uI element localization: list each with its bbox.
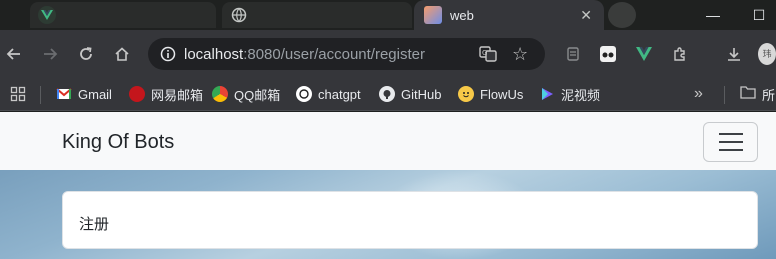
bookmark-video[interactable]: 泥视频 [539, 85, 600, 103]
tab-web-active[interactable]: web ✕ [414, 0, 604, 30]
bookmark-flowus[interactable]: FlowUs [458, 85, 523, 103]
netease-mail-icon [129, 86, 145, 102]
navbar-toggler-button[interactable] [703, 122, 758, 162]
browser-toolbar: localhost:8080/user/account/register G ☆… [0, 30, 776, 78]
tab-title: web [450, 7, 474, 23]
navbar-brand[interactable]: King Of Bots [62, 131, 174, 154]
address-bar[interactable]: localhost:8080/user/account/register G ☆ [148, 38, 545, 70]
site-navbar: King Of Bots [0, 112, 776, 170]
bookmark-star-icon[interactable]: ☆ [512, 44, 528, 65]
flowus-icon [458, 86, 474, 102]
chatgpt-icon [296, 86, 312, 102]
back-icon[interactable] [2, 42, 26, 66]
url-text[interactable]: localhost:8080/user/account/register [184, 46, 425, 63]
qq-mail-icon [212, 86, 228, 102]
maximize-button[interactable]: ☐ [736, 0, 776, 30]
bookmarks-bar: Gmail 网易邮箱 QQ邮箱 chatgpt GitHub FlowUs 泥视… [0, 78, 776, 111]
card-header: 注册 [79, 216, 110, 233]
download-icon[interactable] [722, 42, 746, 66]
forward-icon[interactable] [38, 42, 62, 66]
register-card: 注册 [62, 191, 758, 249]
svg-text:G: G [482, 49, 487, 57]
github-icon [379, 86, 395, 102]
new-tab-button[interactable] [608, 2, 636, 28]
minimize-button[interactable]: — [690, 0, 736, 30]
tab-globe[interactable] [222, 2, 412, 28]
home-icon[interactable] [110, 42, 134, 66]
site-info-icon[interactable] [160, 46, 176, 67]
profile-avatar[interactable]: 玮 [758, 42, 776, 66]
bookmark-qq-mail[interactable]: QQ邮箱 [212, 85, 280, 103]
gmail-icon [56, 86, 72, 102]
bookmark-netease[interactable]: 网易邮箱 [129, 85, 203, 103]
tab-vue[interactable] [30, 2, 216, 28]
bookmark-chatgpt[interactable]: chatgpt [296, 85, 361, 103]
hamburger-icon-line [718, 141, 743, 143]
extensions-puzzle-icon[interactable] [668, 42, 692, 66]
apps-grid-icon[interactable] [10, 85, 26, 103]
vue-devtools-icon[interactable] [632, 42, 656, 66]
hamburger-icon-line [718, 149, 743, 151]
extension-mask-icon[interactable] [596, 42, 620, 66]
reload-icon[interactable] [74, 42, 98, 66]
hamburger-icon [718, 133, 743, 135]
bookmarks-overflow-button[interactable]: » [694, 85, 703, 103]
vue-icon [38, 6, 56, 24]
bookmarks-divider [724, 86, 725, 104]
bookmark-github[interactable]: GitHub [379, 85, 441, 103]
tab-strip: web ✕ — ☐ [0, 0, 776, 30]
bookmark-folder[interactable]: 所 [740, 85, 775, 103]
bookmarks-divider [40, 86, 41, 104]
extension-doc-icon[interactable] [561, 42, 585, 66]
video-icon [539, 86, 555, 102]
web-favicon [424, 6, 442, 24]
close-icon[interactable]: ✕ [580, 7, 592, 24]
translate-icon[interactable]: G [479, 46, 497, 67]
bookmark-gmail[interactable]: Gmail [56, 85, 112, 103]
folder-icon [740, 85, 756, 104]
page-viewport: King Of Bots 注册 [0, 112, 776, 259]
globe-icon [230, 6, 248, 24]
